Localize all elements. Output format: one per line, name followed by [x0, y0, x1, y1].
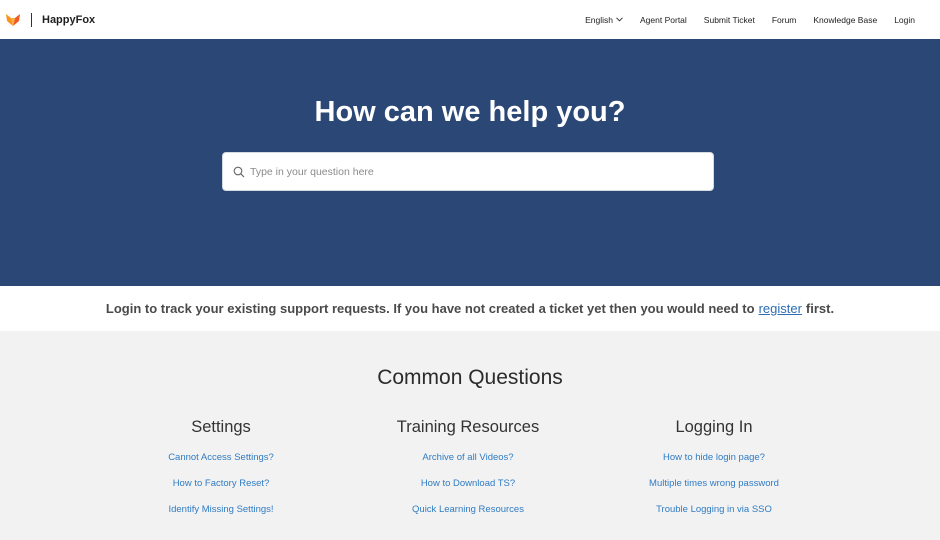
register-link[interactable]: register [759, 301, 802, 316]
login-prompt-suffix: first. [805, 301, 835, 316]
login-prompt-text: Login to track your existing support req… [105, 301, 755, 316]
nav-knowledge-base[interactable]: Knowledge Base [813, 15, 877, 25]
search-icon [233, 166, 245, 177]
login-prompt: Login to track your existing support req… [0, 286, 940, 331]
category-settings: Settings Cannot Access Settings? How to … [121, 418, 321, 523]
brand-name: HappyFox [42, 13, 96, 26]
category-title: Settings [191, 418, 251, 436]
question-link[interactable]: How to hide login page? [614, 445, 814, 471]
nav-login[interactable]: Login [894, 15, 915, 25]
question-link[interactable]: How to Factory Reset? [121, 471, 321, 497]
nav-agent-portal[interactable]: Agent Portal [640, 15, 687, 25]
nav-forum[interactable]: Forum [772, 15, 797, 25]
category-training-resources: Training Resources Archive of all Videos… [368, 418, 568, 523]
search-input[interactable] [250, 165, 690, 178]
question-link[interactable]: Multiple times wrong password [614, 471, 814, 497]
question-link[interactable]: Quick Learning Resources [368, 497, 568, 523]
nav-submit-ticket[interactable]: Submit Ticket [704, 15, 755, 25]
brand[interactable]: HappyFox [5, 12, 95, 28]
category-title: Training Resources [396, 418, 540, 436]
common-questions-title: Common Questions [377, 366, 563, 389]
language-selector[interactable]: English [585, 15, 623, 25]
hero-banner: How can we help you? [0, 39, 940, 286]
search-box[interactable] [222, 152, 714, 191]
question-link[interactable]: How to Download TS? [368, 471, 568, 497]
language-label: English [585, 14, 614, 25]
category-title: Logging In [675, 418, 753, 436]
hero-title: How can we help you? [314, 96, 626, 128]
brand-divider [31, 12, 32, 27]
main-nav: English Agent Portal Submit Ticket Forum… [568, 0, 915, 39]
question-link[interactable]: Trouble Logging in via SSO [614, 497, 814, 523]
category-logging-in: Logging In How to hide login page? Multi… [614, 418, 814, 523]
fox-logo-icon [6, 13, 20, 26]
question-link[interactable]: Identify Missing Settings! [121, 497, 321, 523]
top-navbar: HappyFox English Agent Portal Submit Tic… [0, 0, 940, 39]
question-link[interactable]: Cannot Access Settings? [121, 445, 321, 471]
chevron-down-icon [616, 17, 623, 22]
question-link[interactable]: Archive of all Videos? [368, 445, 568, 471]
